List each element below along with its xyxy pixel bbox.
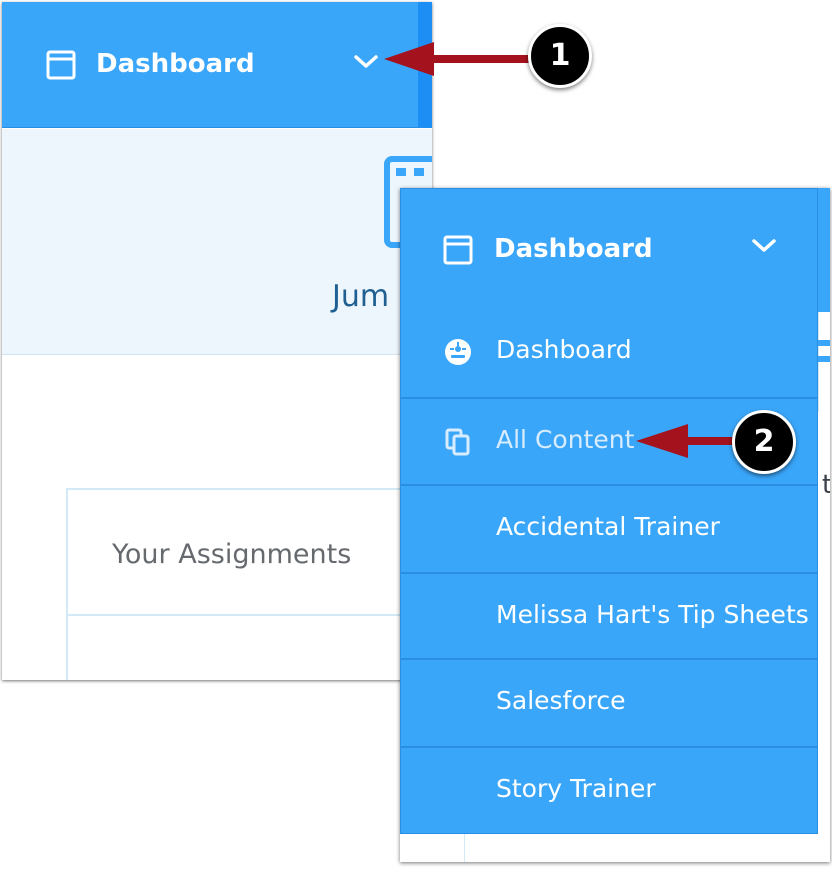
menu-item-label: Accidental Trainer bbox=[496, 512, 720, 541]
edge-mark bbox=[818, 356, 830, 362]
menu-item-label: Salesforce bbox=[496, 686, 626, 715]
edge-strip bbox=[818, 188, 830, 312]
menu-item-label: Story Trainer bbox=[496, 774, 656, 803]
background-screenshot: Dashboard Jum Your Assignments bbox=[2, 2, 432, 680]
divider bbox=[464, 834, 465, 862]
dashboard-dropdown-menu: Dashboard Dashboard All Content Accident… bbox=[400, 188, 818, 834]
nav-title: Dashboard bbox=[96, 49, 255, 79]
right-edge-content: t bbox=[818, 188, 830, 862]
edge-panel bbox=[818, 312, 830, 412]
hero-band: Jum bbox=[2, 129, 432, 355]
menu-item-accidental-trainer[interactable]: Accidental Trainer bbox=[401, 484, 817, 571]
top-nav-bar: Dashboard bbox=[2, 2, 432, 128]
callout-badge-1: 1 bbox=[528, 24, 592, 88]
callout-arrow-2 bbox=[636, 424, 742, 458]
chevron-down-icon[interactable] bbox=[353, 53, 379, 71]
edge-text: t bbox=[822, 470, 830, 500]
copy-icon bbox=[445, 428, 470, 456]
window-icon bbox=[46, 50, 76, 80]
menu-item-story-trainer[interactable]: Story Trainer bbox=[401, 746, 817, 833]
callout-badge-2: 2 bbox=[732, 410, 796, 474]
dropdown-screenshot: t Dashboard Dashboard All Content Accide… bbox=[400, 188, 830, 862]
card-title: Your Assignments bbox=[112, 539, 352, 570]
assignments-card: Your Assignments bbox=[66, 488, 432, 680]
dropdown-title: Dashboard bbox=[494, 234, 653, 264]
dashboard-dropdown-toggle[interactable]: Dashboard bbox=[401, 189, 817, 309]
dashboard-gauge-icon bbox=[445, 339, 471, 365]
hero-text[interactable]: Jum bbox=[332, 279, 389, 315]
menu-item-label: Melissa Hart's Tip Sheets bbox=[496, 600, 809, 629]
menu-item-salesforce[interactable]: Salesforce bbox=[401, 658, 817, 745]
callout-arrow-1 bbox=[384, 42, 534, 76]
page-bottom-edge bbox=[400, 834, 818, 862]
window-icon bbox=[443, 235, 473, 265]
menu-item-tip-sheets[interactable]: Melissa Hart's Tip Sheets bbox=[401, 572, 817, 659]
chevron-down-icon[interactable] bbox=[751, 237, 777, 255]
menu-item-dashboard[interactable]: Dashboard bbox=[401, 309, 817, 396]
card-divider bbox=[68, 614, 432, 616]
menu-item-label: All Content bbox=[496, 425, 635, 454]
edge-mark bbox=[818, 340, 830, 346]
menu-item-label: Dashboard bbox=[496, 335, 632, 364]
